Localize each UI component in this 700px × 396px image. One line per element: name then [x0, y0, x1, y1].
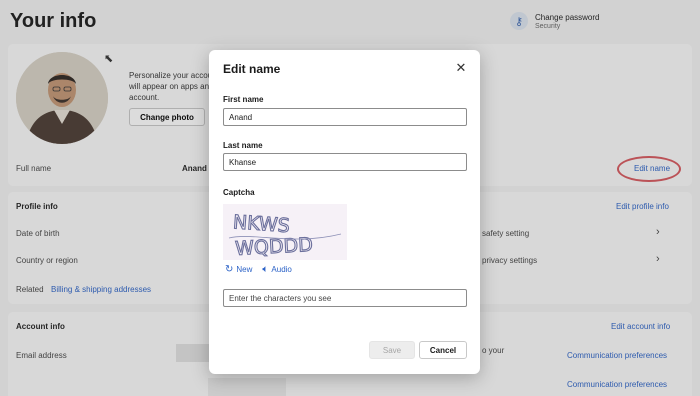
cancel-button[interactable]: Cancel — [419, 341, 467, 359]
first-name-input[interactable] — [229, 112, 461, 122]
last-name-input[interactable] — [229, 157, 461, 167]
audio-captcha-label: Audio — [271, 265, 292, 274]
new-captcha-button[interactable]: ↻ New — [225, 264, 252, 275]
first-name-field[interactable] — [223, 108, 467, 126]
first-name-label: First name — [223, 95, 264, 104]
captcha-field[interactable] — [223, 289, 467, 307]
captcha-drawing: NKWS WQDDD — [223, 204, 347, 261]
captcha-actions: ↻ New 🔈︎ Audio — [225, 264, 302, 275]
edit-name-dialog: Edit name ✕ First name Last name Captcha… — [209, 50, 480, 374]
last-name-field[interactable] — [223, 153, 467, 171]
audio-captcha-button[interactable]: 🔈︎ Audio — [262, 264, 291, 275]
captcha-image: NKWS WQDDD — [223, 204, 347, 261]
speaker-icon: 🔈︎ — [262, 264, 269, 275]
refresh-icon: ↻ — [225, 264, 234, 275]
new-captcha-label: New — [236, 265, 253, 274]
last-name-label: Last name — [223, 141, 263, 150]
captcha-input[interactable] — [229, 293, 461, 303]
captcha-text-line1: NKWS — [232, 211, 290, 237]
captcha-label: Captcha — [223, 188, 255, 197]
dialog-title: Edit name — [223, 62, 281, 76]
save-button[interactable]: Save — [369, 341, 415, 359]
close-icon[interactable]: ✕ — [455, 61, 467, 74]
